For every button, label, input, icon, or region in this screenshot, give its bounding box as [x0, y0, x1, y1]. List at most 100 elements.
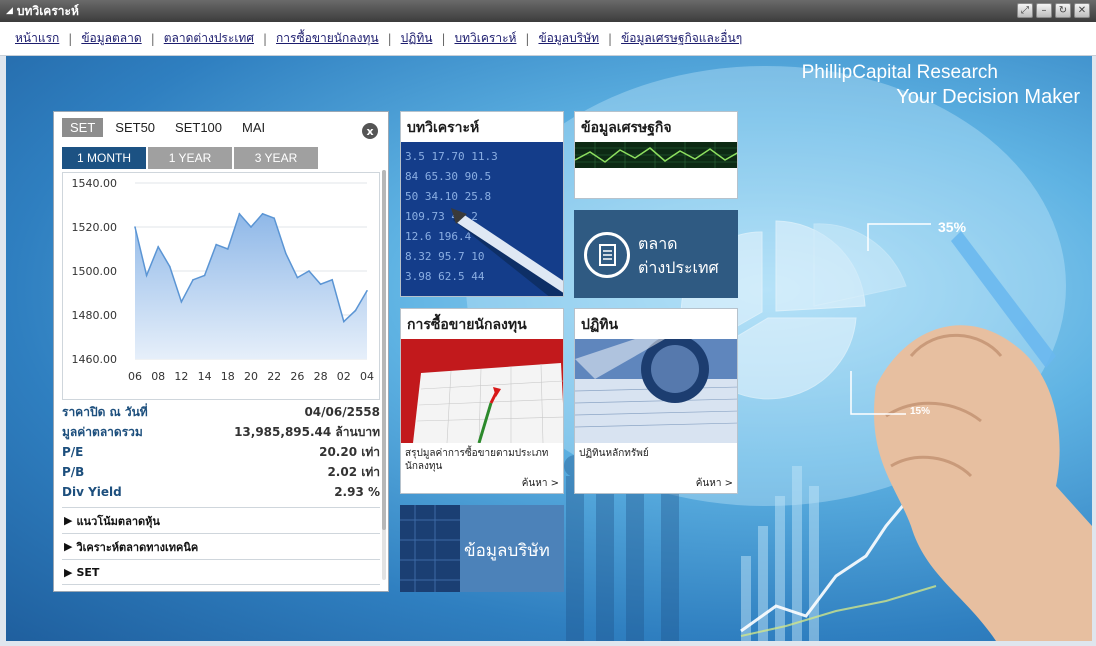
tile-calendar-desc: ปฏิทินหลักทรัพย์: [579, 448, 649, 459]
data-point: [273, 217, 275, 219]
tile-calendar-image: [575, 339, 737, 443]
tile-analysis-title: บทวิเคราะห์: [407, 120, 480, 136]
tile-company-image: [400, 505, 460, 592]
data-point: [203, 274, 206, 277]
tile-economy-image: [575, 142, 737, 168]
nav-separator: |: [525, 31, 530, 46]
data-point: [215, 243, 217, 246]
expand-icon[interactable]: ⤢: [1017, 3, 1033, 18]
y-tick-label: 1520.00: [72, 221, 118, 234]
scroll-thumb[interactable]: [382, 170, 386, 530]
market-tab[interactable]: MAI: [234, 118, 273, 137]
stat-label: P/B: [62, 465, 85, 479]
index-chart: 1460.00 1480.00 1500.00 1520.00 1540.00 06 08 1…: [62, 172, 380, 400]
x-tick-label: 26: [290, 370, 304, 383]
x-tick-label: 06: [128, 370, 142, 383]
chevron-right-icon: ▶: [64, 540, 73, 553]
close-panel-button[interactable]: x: [362, 123, 378, 139]
x-tick-label: 04: [360, 370, 374, 383]
x-tick-label: 12: [174, 370, 188, 383]
data-point: [157, 246, 159, 248]
market-tab[interactable]: SET50: [107, 118, 163, 137]
stat-value: 2.02 เท่า: [327, 464, 380, 479]
nav-link[interactable]: ข้อมูลตลาด: [81, 29, 141, 48]
svg-text:3.98 62.5 44: 3.98 62.5 44: [405, 270, 485, 283]
data-point: [331, 279, 334, 281]
market-panel: SET SET50 SET100 MAI x 1 MONTH 1 YEAR 3 YEAR …: [53, 111, 389, 592]
close-window-icon[interactable]: ✕: [1074, 3, 1090, 18]
data-point: [319, 283, 322, 285]
area-fill: [135, 213, 367, 359]
nav-link[interactable]: ตลาดต่างประเทศ: [164, 29, 254, 48]
period-tab[interactable]: 1 MONTH: [62, 147, 146, 169]
tile-company[interactable]: ข้อมูลบริษัท: [400, 505, 564, 592]
data-point: [285, 252, 287, 255]
tile-calendar[interactable]: ปฏิทิน ปฏิทินหลักทรัพย์ ค้นหา >: [574, 308, 738, 494]
data-point: [227, 248, 229, 250]
nav-link[interactable]: การซื้อขายนักลงทุน: [276, 29, 379, 48]
market-stats: ราคาปิด ณ วันที่ 04/06/2558 มูลค่าตลาดรวม 1…: [62, 402, 380, 502]
x-tick-label: 02: [337, 370, 351, 383]
pie-label-15: 15%: [910, 406, 930, 417]
nav-link[interactable]: หน้าแรก: [15, 29, 59, 48]
stat-row: Div Yield 2.93 %: [62, 482, 380, 502]
svg-text:3.5 17.70 11.3: 3.5 17.70 11.3: [405, 150, 498, 163]
nav-link[interactable]: ปฏิทิน: [401, 29, 433, 48]
window-title: บทวิเคราะห์: [16, 3, 79, 18]
document-icon: [584, 232, 630, 278]
data-point: [192, 279, 194, 281]
nav-link[interactable]: บทวิเคราะห์: [454, 29, 516, 48]
panel-link-label: SET: [76, 565, 100, 579]
top-nav: หน้าแรก | ข้อมูลตลาด | ตลาดต่างประเทศ | การซื้…: [0, 22, 1096, 56]
svg-text:84 65.30 90.5: 84 65.30 90.5: [405, 170, 491, 183]
tile-economy-title: ข้อมูลเศรษฐกิจ: [581, 120, 672, 136]
period-tab[interactable]: 3 YEAR: [234, 147, 318, 169]
nav-separator: |: [68, 31, 73, 46]
minimize-icon[interactable]: –: [1036, 3, 1052, 18]
data-point: [145, 274, 148, 277]
x-tick-label: 20: [244, 370, 258, 383]
x-tick-label: 14: [198, 370, 212, 383]
collapse-icon[interactable]: ◢: [6, 6, 13, 16]
tile-investor-title: การซื้อขายนักลงทุน: [407, 317, 527, 333]
panel-link[interactable]: ▶ SET: [62, 559, 380, 585]
stat-row: ราคาปิด ณ วันที่ 04/06/2558: [62, 402, 380, 422]
data-point: [261, 213, 264, 215]
refresh-icon[interactable]: ↻: [1055, 3, 1071, 18]
data-point: [354, 309, 357, 312]
window-titlebar: ◢ บทวิเคราะห์ ⤢ – ↻ ✕: [0, 0, 1096, 22]
data-point: [169, 265, 171, 268]
svg-text:50 34.10 25.8: 50 34.10 25.8: [405, 190, 491, 203]
panel-link[interactable]: ▶ แนวโน้มตลาดหุ้น: [62, 507, 380, 533]
tile-economy[interactable]: ข้อมูลเศรษฐกิจ: [574, 111, 738, 199]
panel-scrollbar[interactable]: [382, 170, 386, 580]
stat-row: มูลค่าตลาดรวม 13,985,895.44 ล้านบาท: [62, 422, 380, 442]
stat-row: P/B 2.02 เท่า: [62, 462, 380, 482]
pie-label-35: 35%: [938, 219, 967, 235]
panel-link-label: แนวโน้มตลาดหุ้น: [76, 514, 160, 528]
nav-link[interactable]: ข้อมูลบริษัท: [538, 29, 599, 48]
stat-label: มูลค่าตลาดรวม: [62, 424, 143, 439]
panel-link[interactable]: ▶ วิเคราะห์ตลาดทางเทคนิค: [62, 533, 380, 559]
tile-analysis[interactable]: บทวิเคราะห์ 3.5 17.70 11.3 84 65.30 90.5…: [400, 111, 564, 297]
data-point: [238, 213, 241, 215]
chevron-right-icon: ▶: [64, 565, 73, 579]
tile-investor-desc: สรุปมูลค่าการซื้อขายตามประเภทนักลงทุน: [405, 448, 549, 472]
tile-investor-image: [401, 339, 563, 443]
tile-investor-trading[interactable]: การซื้อขายนักลงทุน สรุปมูลค่าการซื้อขายต…: [400, 308, 564, 494]
data-point: [250, 226, 252, 228]
stat-value: 13,985,895.44 ล้านบาท: [234, 424, 380, 439]
tile-investor-search-link[interactable]: ค้นหา >: [522, 476, 559, 491]
panel-links: ▶ แนวโน้มตลาดหุ้น ▶ วิเคราะห์ตลาดทางเทคนิค ▶…: [62, 507, 380, 585]
stat-value: 04/06/2558: [304, 405, 380, 419]
data-point: [296, 276, 299, 279]
tile-foreign-title: ตลาด ต่างประเทศ: [638, 232, 719, 280]
tile-calendar-search-link[interactable]: ค้นหา >: [696, 476, 733, 491]
period-tab[interactable]: 1 YEAR: [148, 147, 232, 169]
market-tab[interactable]: SET: [62, 118, 104, 137]
market-tab[interactable]: SET100: [167, 118, 230, 137]
nav-link[interactable]: ข้อมูลเศรษฐกิจและอื่นๆ: [621, 29, 742, 48]
panel-link-label: วิเคราะห์ตลาดทางเทคนิค: [76, 540, 199, 554]
data-point: [308, 270, 310, 272]
tile-foreign-market[interactable]: ตลาด ต่างประเทศ: [574, 210, 738, 298]
